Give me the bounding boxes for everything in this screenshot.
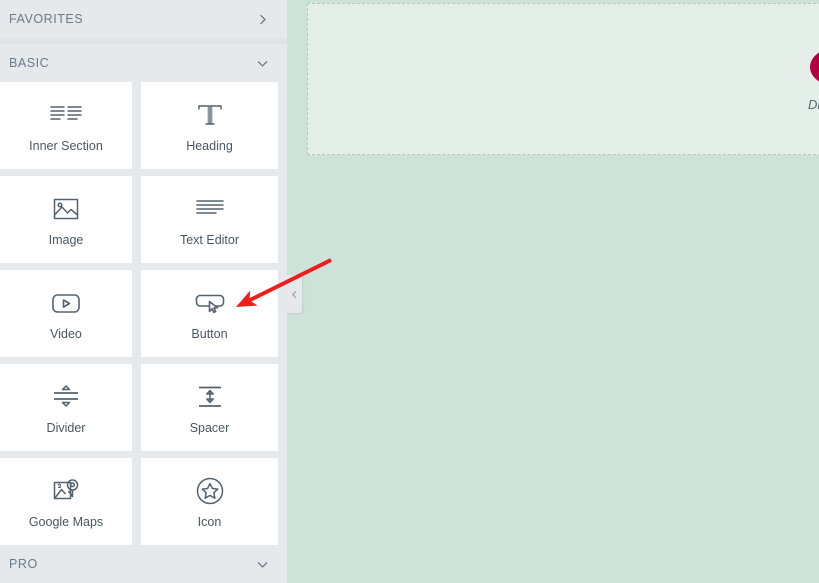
chevron-right-icon[interactable] — [256, 13, 269, 26]
elementor-editor: FAVORITES BASIC Inner Section Heading Im… — [0, 0, 819, 583]
divider-icon — [51, 380, 81, 414]
chevron-down-icon[interactable] — [256, 57, 269, 70]
widget-tile-grid: Inner Section Heading Image Text Editor … — [0, 82, 287, 545]
canvas-section-dropzone[interactable] — [307, 3, 819, 155]
widget-tile-google-maps[interactable]: Google Maps — [0, 458, 132, 545]
widget-tile-label: Divider — [46, 421, 86, 436]
widget-tile-label: Text Editor — [179, 233, 240, 248]
video-icon — [51, 286, 81, 320]
panel-collapse-handle[interactable] — [287, 275, 302, 313]
panel-section-pro-label: PRO — [9, 557, 38, 571]
widget-tile-label: Image — [48, 233, 84, 248]
widget-tile-heading[interactable]: Heading — [141, 82, 278, 169]
spacer-icon — [195, 380, 225, 414]
chevron-down-icon[interactable] — [256, 558, 269, 571]
widgets-panel: FAVORITES BASIC Inner Section Heading Im… — [0, 0, 287, 583]
panel-section-favorites-label: FAVORITES — [9, 12, 84, 26]
panel-section-basic-label: BASIC — [9, 56, 50, 70]
chevron-left-icon — [292, 290, 297, 298]
widget-tile-inner-section[interactable]: Inner Section — [0, 82, 132, 169]
star-icon — [195, 474, 225, 508]
button-icon — [195, 286, 225, 320]
panel-section-pro[interactable]: PRO — [0, 545, 287, 583]
widget-tile-label: Icon — [197, 515, 222, 530]
widget-tile-image[interactable]: Image — [0, 176, 132, 263]
widget-tile-label: Video — [50, 327, 82, 342]
widget-tile-spacer[interactable]: Spacer — [141, 364, 278, 451]
widget-tile-label: Heading — [186, 139, 233, 154]
widget-tile-icon[interactable]: Icon — [141, 458, 278, 545]
widget-tile-text-editor[interactable]: Text Editor — [141, 176, 278, 263]
widget-tile-label: Spacer — [189, 421, 230, 436]
text-editor-icon — [195, 192, 225, 226]
widget-tile-label: Button — [191, 327, 228, 342]
image-icon — [52, 192, 80, 226]
widget-tile-divider[interactable]: Divider — [0, 364, 132, 451]
widget-tile-label: Inner Section — [29, 139, 103, 154]
panel-section-basic[interactable]: BASIC — [0, 44, 287, 82]
editor-canvas[interactable]: Dr — [287, 0, 819, 583]
widget-tile-video[interactable]: Video — [0, 270, 132, 357]
google-maps-icon — [52, 474, 80, 508]
widget-tile-button[interactable]: Button — [141, 270, 278, 357]
hero-caption: Dr — [808, 97, 819, 112]
heading-icon — [195, 98, 225, 132]
panel-section-favorites[interactable]: FAVORITES — [0, 0, 287, 38]
inner-section-icon — [49, 98, 83, 132]
widget-tile-label: Google Maps — [28, 515, 104, 530]
